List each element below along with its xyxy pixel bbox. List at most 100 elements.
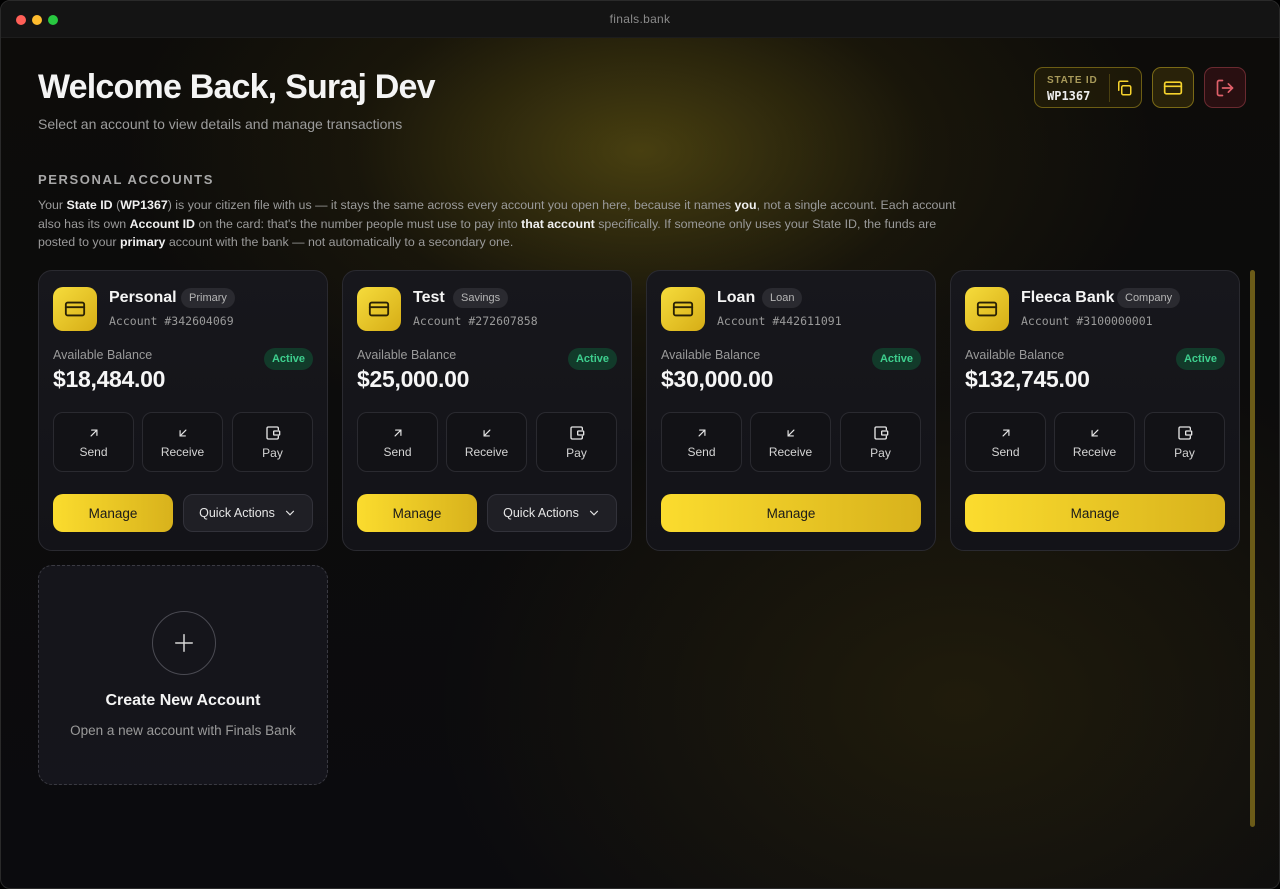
send-button[interactable]: Send [661, 412, 742, 472]
account-icon [53, 287, 97, 331]
receive-button[interactable]: Receive [750, 412, 831, 472]
quick-actions-label: Quick Actions [503, 506, 579, 520]
pay-label: Pay [1174, 445, 1195, 460]
pay-button[interactable]: Pay [232, 412, 313, 472]
pay-button[interactable]: Pay [840, 412, 921, 472]
wallet-icon [569, 425, 584, 440]
page-title: Welcome Back, Suraj Dev [38, 68, 436, 106]
status-badge: Active [871, 348, 921, 370]
balance-value: $30,000.00 [661, 366, 774, 392]
wallet-icon [265, 425, 280, 440]
manage-button[interactable]: Manage [965, 494, 1225, 532]
balance-label: Available Balance [661, 348, 761, 362]
receive-label: Receive [768, 444, 813, 459]
state-id-label: STATE ID [1047, 75, 1098, 86]
pay-label: Pay [566, 445, 587, 460]
status-badge: Active [1175, 348, 1225, 370]
cards-button[interactable] [1152, 67, 1194, 108]
pay-label: Pay [870, 445, 891, 460]
account-card-test[interactable]: Test Savings Account #272607858 Availabl… [342, 270, 632, 551]
send-label: Send [687, 444, 716, 459]
copy-icon [1117, 80, 1131, 96]
page-subtitle: Select an account to view details and ma… [38, 116, 403, 132]
pay-label: Pay [262, 445, 283, 460]
credit-card-icon [672, 301, 694, 317]
balance-value: $25,000.00 [357, 366, 470, 392]
account-type-badge: Loan [762, 288, 803, 308]
send-label: Send [991, 444, 1020, 459]
arrow-down-left-icon [179, 429, 186, 436]
account-icon [357, 287, 401, 331]
status-badge: Active [263, 348, 313, 370]
create-account-title: Create New Account [105, 692, 261, 709]
account-icon [965, 287, 1009, 331]
create-account-subtitle: Open a new account with Finals Bank [70, 723, 296, 738]
account-type-badge: Savings [453, 288, 509, 308]
manage-button[interactable]: Manage [357, 494, 477, 532]
manage-button[interactable]: Manage [53, 494, 173, 532]
send-button[interactable]: Send [965, 412, 1046, 472]
logout-icon [1216, 79, 1234, 96]
account-icon [661, 287, 705, 331]
arrow-up-right-icon [1002, 429, 1009, 436]
receive-button[interactable]: Receive [1054, 412, 1135, 472]
account-number: Account #272607858 [413, 314, 538, 328]
credit-card-icon [1163, 80, 1183, 95]
arrow-up-right-icon [90, 429, 97, 436]
state-id-box: STATE ID WP1367 [1034, 67, 1142, 108]
wallet-icon [873, 425, 888, 440]
arrow-up-right-icon [698, 429, 705, 436]
send-button[interactable]: Send [53, 412, 134, 472]
receive-button[interactable]: Receive [142, 412, 223, 472]
account-card-loan[interactable]: Loan Loan Account #442611091 Available B… [646, 270, 936, 551]
send-button[interactable]: Send [357, 412, 438, 472]
chevron-down-icon [589, 510, 598, 516]
copy-state-id-button[interactable] [1109, 74, 1137, 102]
balance-label: Available Balance [965, 348, 1065, 362]
send-label: Send [79, 444, 108, 459]
pay-button[interactable]: Pay [536, 412, 617, 472]
title-bar: finals.bank [1, 1, 1279, 38]
balance-value: $18,484.00 [53, 366, 166, 392]
chevron-down-icon [285, 510, 294, 516]
account-type-badge: Primary [181, 288, 235, 308]
credit-card-icon [368, 301, 390, 317]
state-id-info-text: Your State ID (WP1367) is your citizen f… [38, 198, 956, 249]
account-number: Account #3100000001 [1021, 314, 1153, 328]
create-account-button[interactable] [152, 611, 216, 675]
wallet-icon [1177, 425, 1192, 440]
app-window: finals.bank Welcome Back, Suraj Dev Sele… [0, 0, 1280, 889]
quick-actions-dropdown[interactable]: Quick Actions [487, 494, 617, 532]
state-id-value: WP1367 [1047, 89, 1091, 103]
balance-label: Available Balance [357, 348, 457, 362]
balance-value: $132,745.00 [965, 366, 1090, 392]
manage-button[interactable]: Manage [661, 494, 921, 532]
account-name: Loan [717, 289, 756, 306]
receive-button[interactable]: Receive [446, 412, 527, 472]
account-number: Account #342604069 [109, 314, 234, 328]
account-type-badge: Company [1117, 288, 1181, 308]
create-account-card[interactable]: Create New Account Open a new account wi… [38, 565, 328, 785]
pay-button[interactable]: Pay [1144, 412, 1225, 472]
receive-label: Receive [160, 444, 205, 459]
logout-button[interactable] [1204, 67, 1246, 108]
plus-icon [175, 634, 193, 652]
credit-card-icon [64, 301, 86, 317]
status-badge: Active [567, 348, 617, 370]
quick-actions-label: Quick Actions [199, 506, 275, 520]
account-card-fleeca-bank[interactable]: Fleeca Bank Company Account #3100000001 … [950, 270, 1240, 551]
account-name: Personal [109, 289, 177, 306]
arrow-up-right-icon [394, 429, 401, 436]
send-label: Send [383, 444, 412, 459]
arrow-down-left-icon [787, 429, 794, 436]
arrow-down-left-icon [1091, 429, 1098, 436]
quick-actions-dropdown[interactable]: Quick Actions [183, 494, 313, 532]
account-number: Account #442611091 [717, 314, 842, 328]
account-name: Fleeca Bank [1021, 289, 1115, 306]
account-card-personal[interactable]: Personal Primary Account #342604069 Avai… [38, 270, 328, 551]
scrollbar[interactable] [1250, 270, 1255, 827]
arrow-down-left-icon [483, 429, 490, 436]
balance-label: Available Balance [53, 348, 153, 362]
section-title: PERSONAL ACCOUNTS [38, 172, 214, 187]
credit-card-icon [976, 301, 998, 317]
